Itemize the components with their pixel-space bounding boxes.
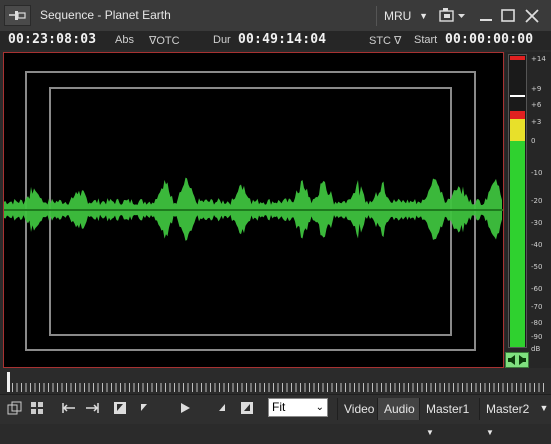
go-to-in-icon[interactable] [60,399,78,417]
chevron-down-icon[interactable]: ▼ [538,399,550,417]
zoom-select[interactable]: Fit ⌄ [268,398,328,417]
duration-label: Dur [213,34,231,46]
chevron-down-icon: ▼ [426,428,434,437]
audio-meter: +14 +9 +6 +3 0 -10 -20 -30 -40 -50 -60 -70 -80 -90 dB [505,52,551,368]
meter-scale-label: +14 [531,55,546,63]
window-title: Sequence - Planet Earth [40,8,171,22]
tab-master2[interactable]: Master2 ▼ [479,398,537,437]
close-button[interactable] [523,6,541,26]
chevron-down-icon: ▼ [486,428,494,437]
meter-scale-label: +9 [531,85,542,93]
meter-level-green [510,141,525,347]
meter-scale-label: dB [531,345,541,353]
mru-dropdown[interactable]: MRU ▼ [376,6,434,26]
meter-peak-marker [510,95,525,97]
title-bar: Sequence - Planet Earth MRU ▼ [0,0,551,32]
chevron-down-icon: ▼ [419,11,428,21]
tab-video[interactable]: Video [337,398,375,420]
zoom-value: Fit [272,400,286,414]
camera-icon [439,8,465,22]
pin-icon[interactable] [4,5,31,26]
close-icon [525,9,539,23]
position-timecode[interactable]: 00:23:08:03 [8,32,96,47]
grid-icon[interactable] [29,399,45,417]
maximize-icon [501,9,515,22]
maximize-button[interactable] [500,6,516,26]
position-indicator[interactable] [7,372,10,392]
meter-scale-label: -10 [531,169,543,177]
minimize-icon [480,19,492,21]
meter-scale-label: -20 [531,197,543,205]
tab-master1[interactable]: Master1 ▼ [419,398,477,437]
tab-label: Master2 [486,402,530,416]
meter-scale-label: -60 [531,285,543,293]
stc-selector[interactable]: STC ∇ [369,34,401,47]
audio-waveform [4,177,503,241]
start-label: Start [414,34,438,46]
meter-clip-indicator [510,56,525,60]
meter-track [508,54,527,348]
tab-label: Master1 [426,402,470,416]
start-timecode[interactable]: 00:00:00:00 [445,32,533,47]
camera-menu-button[interactable] [438,6,470,26]
meter-level-red [510,111,525,119]
timecode-bar: 00:23:08:03 Abs ∇OTC Dur 00:49:14:04 STC… [0,31,551,50]
speaker-icon[interactable] [505,352,529,368]
meter-scale-label: -50 [531,263,543,271]
meter-scale-label: -30 [531,219,543,227]
meter-scale-label: -40 [531,241,543,249]
next-frame-icon[interactable] [216,399,228,417]
otc-selector[interactable]: ∇OTC [149,34,180,47]
tab-label: Video [344,402,375,416]
tab-label: Audio [384,402,415,416]
mru-label: MRU [384,9,412,23]
go-to-out-icon[interactable] [83,399,101,417]
tab-audio[interactable]: Audio [377,398,419,420]
duration-timecode: 00:49:14:04 [238,32,327,47]
overlay-icon[interactable] [7,399,23,417]
meter-scale-label: -70 [531,303,543,311]
play-icon[interactable] [177,399,193,417]
meter-scale-label: +6 [531,101,542,109]
mark-out-icon[interactable] [240,399,254,417]
mark-in-icon[interactable] [113,399,127,417]
meter-level-yellow [510,119,525,141]
bottom-toolbar: Fit ⌄ Video Audio Master1 ▼ Master2 ▼ ▼ [0,394,551,437]
meter-scale-label: -80 [531,319,543,327]
position-mode[interactable]: Abs [115,34,134,46]
meter-scale-label: 0 [531,137,536,145]
chevron-down-icon: ⌄ [315,402,324,413]
meter-scale-label: +3 [531,118,542,126]
previous-frame-icon[interactable] [138,399,150,417]
video-viewer[interactable] [3,52,504,368]
minimize-button[interactable] [478,6,494,26]
position-scrubber[interactable] [0,370,551,394]
meter-scale-label: -90 [531,333,543,341]
